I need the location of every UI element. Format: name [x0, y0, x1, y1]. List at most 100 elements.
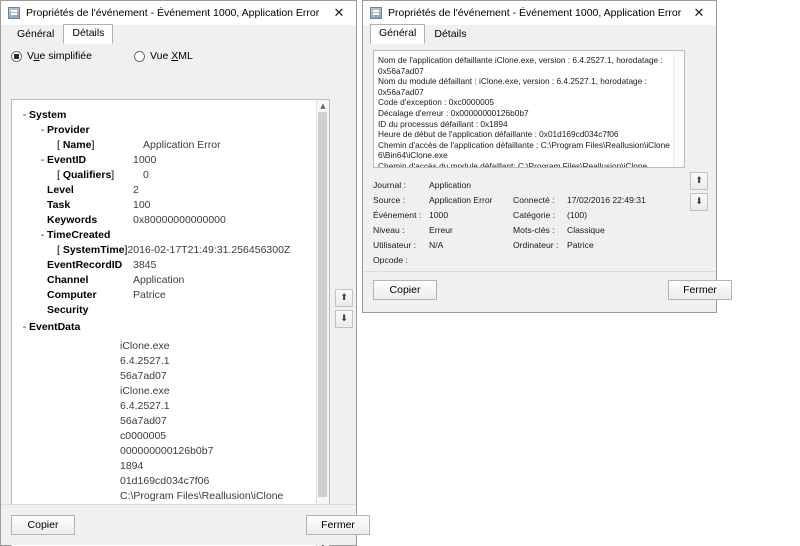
opcode-value — [429, 253, 513, 268]
tree-row-eventrecordid: EventRecordID 3845 — [12, 258, 316, 273]
tree-key-systemtime: [ SystemTime] — [57, 244, 128, 256]
tree-key-computer: Computer — [47, 289, 97, 301]
tree-row-eventid[interactable]: - EventID 1000 — [12, 153, 316, 168]
event-details-tree[interactable]: - System - Provider [ Name] Application … — [11, 99, 330, 546]
tree-eventdata-value: 000000000126b0b7 — [120, 445, 214, 457]
collapse-toggle-icon[interactable]: - — [38, 228, 47, 243]
radio-xml-view[interactable]: Vue XML — [134, 50, 193, 62]
field-row-user-computer: Utilisateur : N/A Ordinateur : Patrice — [373, 238, 685, 253]
close-button[interactable]: Fermer — [668, 280, 732, 300]
tree-row-qualifiers: [ Qualifiers] 0 — [12, 168, 316, 183]
scroll-up-icon[interactable]: ▲ — [317, 100, 329, 111]
collapse-toggle-icon[interactable]: - — [38, 153, 47, 168]
tab-general[interactable]: Général — [8, 25, 63, 44]
tree-key-channel: Channel — [47, 274, 89, 286]
level-value: Erreur — [429, 225, 453, 235]
radio-indicator-simplified[interactable] — [11, 50, 22, 62]
tree-eventdata-value: 01d169cd034c7f06 — [120, 475, 210, 487]
category-value: (100) — [567, 210, 588, 220]
journal-value: Application — [429, 180, 472, 190]
field-row-journal: Journal : Application — [373, 178, 685, 193]
tree-value-level: 2 — [133, 184, 139, 196]
tree-row-channel: Channel Application — [12, 273, 316, 288]
field-row-opcode: Opcode : — [373, 253, 685, 268]
tree-node-timecreated-label: TimeCreated — [47, 229, 111, 241]
previous-event-button[interactable]: ⬆ — [690, 172, 708, 190]
tree-node-system[interactable]: - System — [12, 108, 316, 123]
left-window-title: Propriétés de l'événement - Événement 10… — [26, 7, 320, 19]
tree-value-eventrecordid: 3845 — [133, 259, 157, 271]
tree-row-keywords: Keywords 0x80000000000000 — [12, 213, 316, 228]
tree-value-systemtime: 2016-02-17T21:49:31.256456300Z — [127, 244, 291, 256]
right-window-titlebar[interactable]: Propriétés de l'événement - Événement 10… — [363, 1, 716, 25]
event-description-box[interactable]: Nom de l'application défaillante iClone.… — [373, 50, 685, 168]
radio-simplified-view[interactable]: Vue simplifiée — [11, 50, 92, 62]
tree-node-timecreated[interactable]: - TimeCreated — [12, 228, 316, 243]
scrollbar-thumb[interactable] — [318, 112, 327, 497]
tab-general[interactable]: Général — [370, 24, 426, 44]
tree-eventdata-value: 56a7ad07 — [120, 370, 167, 382]
next-event-button[interactable]: ⬇ — [335, 310, 353, 328]
tree-value-eventid: 1000 — [133, 154, 157, 166]
tree-node-provider[interactable]: - Provider — [12, 123, 316, 138]
collapse-toggle-icon[interactable]: - — [38, 123, 47, 138]
screen-root: Propriétés de l'événement - Événement 10… — [0, 0, 800, 546]
computer-value: Patrice — [567, 240, 594, 250]
level-label: Niveau : — [373, 225, 405, 235]
previous-event-button[interactable]: ⬆ — [335, 289, 353, 307]
tab-details[interactable]: Détails — [63, 24, 114, 44]
tree-vertical-scrollbar[interactable]: ▲ ▼ — [316, 100, 329, 546]
tree-row-provider-name: [ Name] Application Error — [12, 138, 316, 153]
left-window-panel: Vue simplifiée Vue XML - System - Provid… — [1, 44, 370, 546]
tree-node-system-label: System — [29, 109, 67, 121]
tab-details[interactable]: Détails — [425, 25, 475, 44]
tree-value-computer: Patrice — [133, 289, 166, 301]
right-nav-buttons: ⬆ ⬇ — [690, 172, 708, 214]
next-event-button[interactable]: ⬇ — [690, 193, 708, 211]
source-value: Application Error — [429, 195, 493, 205]
right-window-title: Propriétés de l'événement - Événement 10… — [388, 7, 682, 19]
tree-value-provider-name: Application Error — [143, 139, 221, 151]
left-window-titlebar[interactable]: Propriétés de l'événement - Événement 10… — [1, 1, 356, 25]
tree-eventdata-value: 56a7ad07 — [120, 415, 167, 427]
tree-key-security: Security — [47, 304, 89, 316]
tree-node-provider-label: Provider — [47, 124, 90, 136]
event-description-text: Nom de l'application défaillante iClone.… — [378, 55, 670, 167]
collapse-toggle-icon[interactable]: - — [20, 320, 29, 335]
close-button[interactable]: Fermer — [306, 515, 370, 535]
tree-key-keywords: Keywords — [47, 214, 98, 226]
view-mode-radio-group: Vue simplifiée Vue XML — [1, 44, 356, 67]
close-icon[interactable]: ✕ — [322, 2, 356, 25]
tree-row-systemtime: [ SystemTime] 2016-02-17T21:49:31.256456… — [12, 243, 316, 258]
collapse-toggle-icon[interactable]: - — [20, 108, 29, 123]
tree-row-task: Task 100 — [12, 198, 316, 213]
user-label: Utilisateur : — [373, 240, 416, 250]
copy-button[interactable]: Copier — [373, 280, 437, 300]
tree-value-keywords: 0x80000000000000 — [133, 214, 226, 226]
tree-key-task: Task — [47, 199, 71, 211]
tree-key-eventrecordid: EventRecordID — [47, 259, 123, 271]
event-viewer-icon — [370, 7, 382, 19]
tree-value-qualifiers: 0 — [143, 169, 149, 181]
tree-key-level: Level — [47, 184, 74, 196]
tree-key-eventid: EventID — [47, 154, 87, 166]
event-summary-fields: Journal : Application Source : Applicati… — [373, 178, 685, 283]
tree-key-provider-name: [ Name] — [57, 139, 95, 151]
tree-eventdata-value: c0000005 — [120, 430, 167, 442]
field-row-event-category: Événement : 1000 Catégorie : (100) — [373, 208, 685, 223]
keywords-label: Mots-clés : — [513, 225, 555, 235]
tree-eventdata-value: 6.4.2527.1 — [120, 400, 170, 412]
close-icon[interactable]: ✕ — [682, 2, 716, 25]
description-vertical-scrollbar[interactable] — [673, 51, 684, 167]
tree-eventdata-value: 1894 — [120, 460, 144, 472]
right-window-tabstrip: Général Détails — [363, 24, 716, 44]
tree-eventdata-value: iClone.exe — [120, 340, 170, 352]
copy-button[interactable]: Copier — [11, 515, 75, 535]
tree-node-eventdata[interactable]: - EventData — [12, 320, 316, 335]
radio-indicator-xml[interactable] — [134, 50, 145, 62]
event-properties-window-details: Propriétés de l'événement - Événement 10… — [0, 0, 370, 546]
